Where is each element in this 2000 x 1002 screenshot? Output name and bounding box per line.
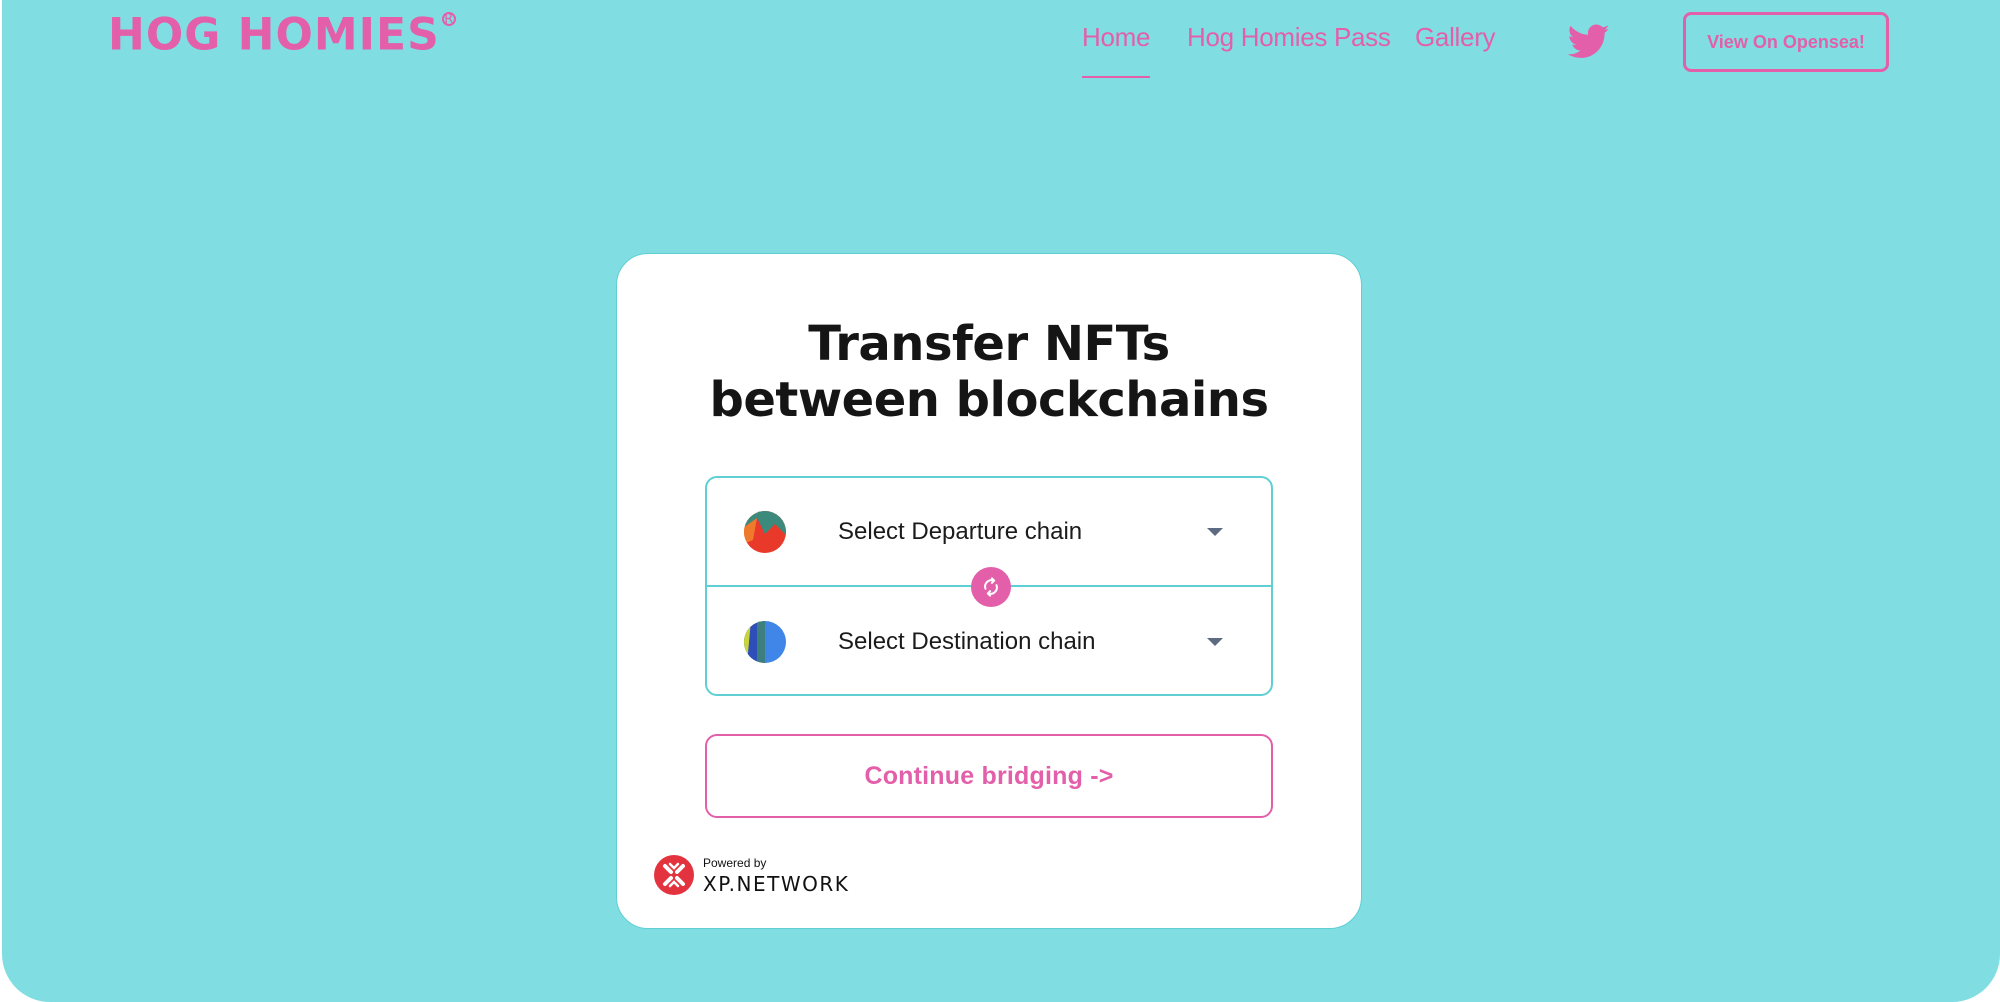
chevron-down-icon xyxy=(1207,637,1223,646)
nav-gallery[interactable]: Gallery xyxy=(1415,22,1496,53)
bridge-card: Transfer NFTs between blockchains Select… xyxy=(616,253,1362,929)
twitter-icon[interactable] xyxy=(1567,24,1610,60)
swap-icon xyxy=(984,577,998,597)
continue-bridging-button[interactable]: Continue bridging -> xyxy=(705,734,1273,818)
destination-chain-icon xyxy=(744,620,786,663)
registered-mark: R xyxy=(441,12,456,26)
view-on-opensea-button[interactable]: View On Opensea! xyxy=(1683,12,1889,72)
swap-chains-button[interactable] xyxy=(971,567,1011,607)
title-line-1: Transfer NFTs xyxy=(808,316,1170,372)
xp-network-name: XP.NETWORK xyxy=(703,872,850,896)
xp-network-logo-icon xyxy=(654,855,694,895)
card-title: Transfer NFTs between blockchains xyxy=(617,316,1361,428)
chain-selector: Select Departure chain Select Destinatio… xyxy=(705,476,1273,696)
title-line-2: between blockchains xyxy=(709,372,1269,428)
powered-by-text: Powered by xyxy=(703,856,767,870)
page-background: HOG HOMIES R Home Hog Homies Pass Galler… xyxy=(2,0,2000,1002)
departure-chain-label: Select Departure chain xyxy=(838,517,1083,545)
chevron-down-icon xyxy=(1207,527,1223,536)
departure-chain-icon xyxy=(744,510,786,553)
logo-text: HOG HOMIES xyxy=(108,8,440,61)
nav-hog-homies-pass[interactable]: Hog Homies Pass xyxy=(1187,22,1391,53)
hog-homies-logo[interactable]: HOG HOMIES R xyxy=(108,8,456,61)
destination-chain-label: Select Destination chain xyxy=(838,627,1096,655)
nav-home[interactable]: Home xyxy=(1082,22,1150,78)
